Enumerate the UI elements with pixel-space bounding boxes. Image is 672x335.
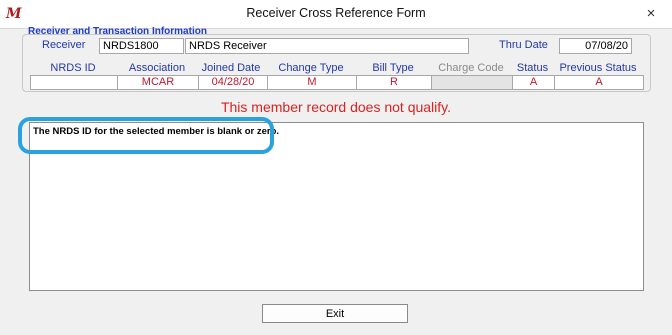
header-nrds-id: NRDS ID bbox=[50, 62, 96, 74]
header-charge-code: Charge Code bbox=[438, 62, 504, 74]
header-change-type: Change Type bbox=[278, 62, 344, 74]
thru-date-field[interactable]: 07/08/20 bbox=[559, 38, 632, 54]
receiver-name-field[interactable]: NRDS Receiver bbox=[185, 38, 469, 54]
cell-change-type[interactable]: M bbox=[267, 75, 357, 90]
cell-charge-code bbox=[431, 75, 513, 90]
highlight-annotation bbox=[18, 117, 274, 154]
cell-joined-date[interactable]: 04/28/20 bbox=[198, 75, 268, 90]
header-association: Association bbox=[128, 62, 186, 74]
receiver-code-field[interactable]: NRDS1800 bbox=[99, 38, 184, 54]
header-previous-status: Previous Status bbox=[559, 62, 637, 74]
receiver-label: Receiver bbox=[42, 39, 86, 51]
header-status: Status bbox=[516, 62, 549, 74]
cell-bill-type[interactable]: R bbox=[356, 75, 432, 90]
cell-status[interactable]: A bbox=[512, 75, 555, 90]
qualification-message: This member record does not qualify. bbox=[220, 99, 452, 115]
thru-date-label: Thru Date bbox=[499, 39, 548, 51]
header-joined-date: Joined Date bbox=[201, 62, 261, 74]
close-icon[interactable]: × bbox=[630, 0, 672, 28]
header-bill-type: Bill Type bbox=[372, 62, 414, 74]
title-bar: M Receiver Cross Reference Form × bbox=[0, 0, 672, 29]
cell-nrds-id[interactable] bbox=[30, 75, 118, 90]
cell-previous-status[interactable]: A bbox=[554, 75, 644, 90]
cell-association[interactable]: MCAR bbox=[117, 75, 199, 90]
exit-button[interactable]: Exit bbox=[262, 304, 408, 323]
window-title: Receiver Cross Reference Form bbox=[246, 6, 426, 20]
